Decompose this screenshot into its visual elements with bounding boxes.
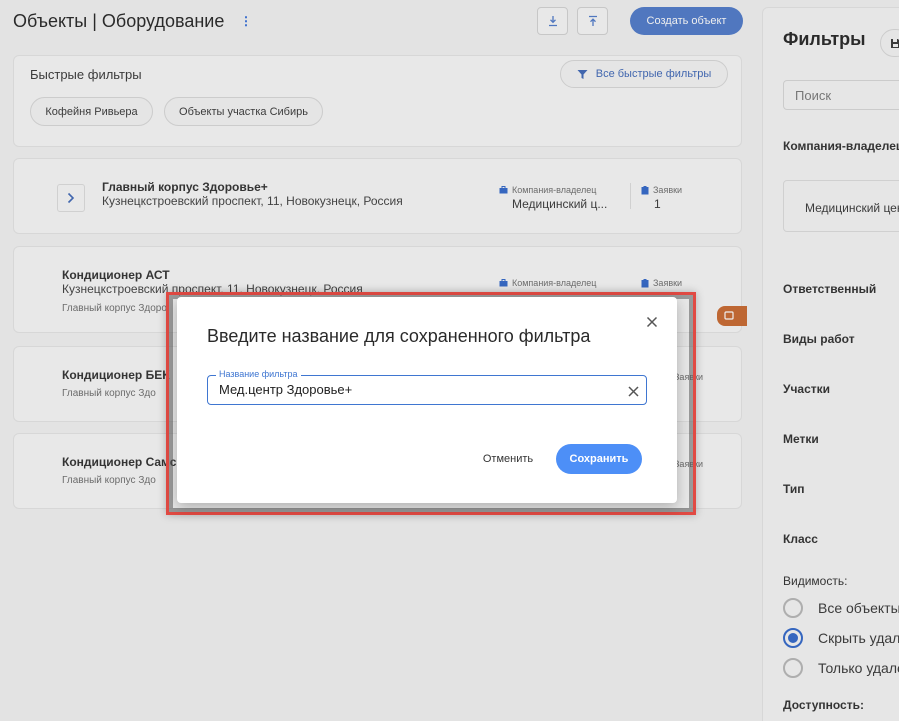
filter-name-label: Название фильтра (216, 369, 301, 379)
save-button[interactable]: Сохранить (556, 444, 642, 474)
close-button[interactable] (643, 313, 661, 331)
clear-input-button[interactable] (626, 384, 640, 398)
close-icon (627, 385, 639, 397)
cancel-button[interactable]: Отменить (475, 445, 541, 473)
filter-name-field[interactable]: Название фильтра (207, 369, 647, 405)
dialog-title: Введите название для сохраненного фильтр… (207, 326, 591, 346)
close-icon (646, 316, 658, 328)
filter-name-input[interactable] (219, 382, 609, 397)
save-filter-dialog: Введите название для сохраненного фильтр… (177, 297, 677, 503)
